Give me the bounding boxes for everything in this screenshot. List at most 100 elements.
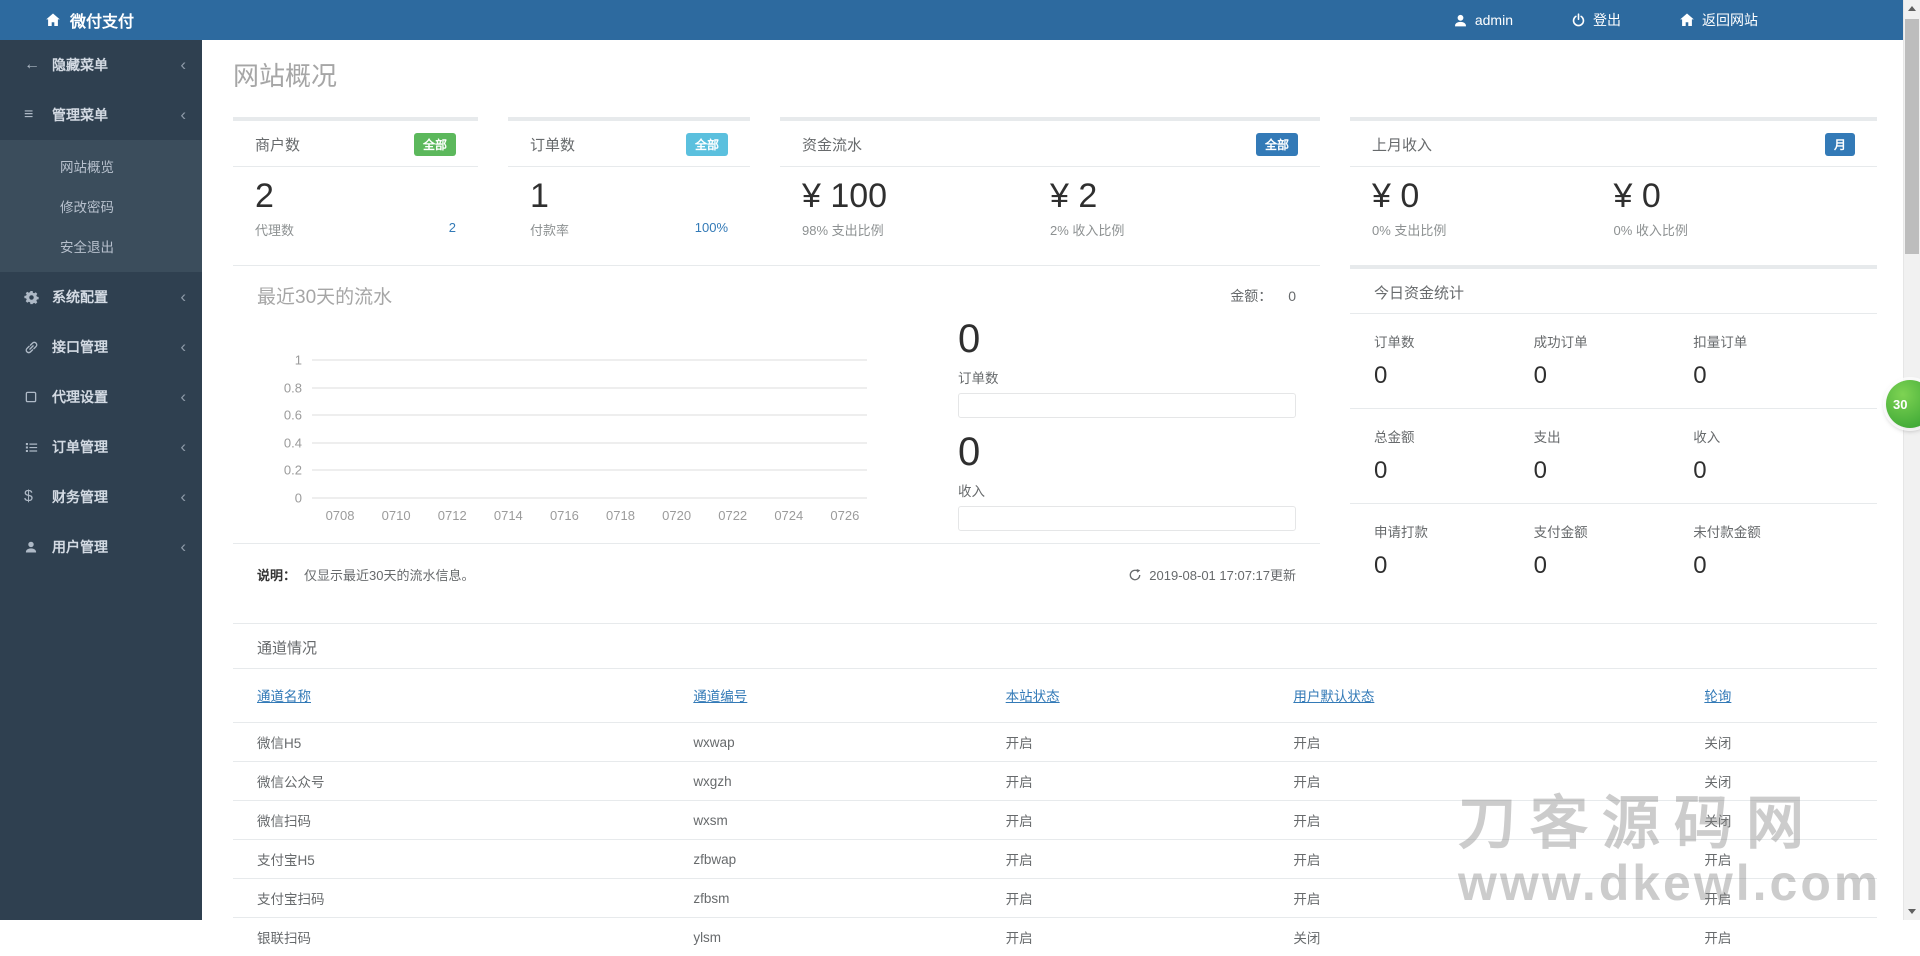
logout-label: 登出 bbox=[1593, 10, 1621, 30]
home-icon bbox=[45, 12, 61, 28]
submenu-label: 修改密码 bbox=[60, 196, 114, 216]
scroll-up-button[interactable] bbox=[1904, 0, 1920, 17]
chart-note: 说明：仅显示最近30天的流水信息。 bbox=[257, 565, 474, 584]
column-header-channel-code[interactable]: 通道编号 bbox=[693, 689, 747, 704]
filter-badge[interactable]: 全部 bbox=[1256, 133, 1298, 156]
user-menu[interactable]: admin bbox=[1453, 12, 1513, 28]
income-input[interactable] bbox=[958, 506, 1296, 531]
sidebar-item-site-overview[interactable]: 网站概览 bbox=[0, 146, 202, 186]
stat-sub-value: 2 bbox=[449, 220, 456, 239]
scrollbar-thumb[interactable] bbox=[1905, 19, 1919, 254]
stat-value: 0 bbox=[1534, 457, 1694, 485]
scrollbar[interactable] bbox=[1903, 0, 1920, 920]
arrow-left-icon: ← bbox=[24, 56, 52, 74]
logout-button[interactable]: 登出 bbox=[1571, 10, 1621, 30]
middle-row: 最近30天的流水 金额：0 1 0.8 0.6 0.4 0.2 0 bbox=[233, 265, 1877, 598]
filter-badge[interactable]: 全部 bbox=[414, 133, 456, 156]
stat-card-body: ¥ 0 0% 支出比例 ¥ 0 0% 收入比例 bbox=[1350, 167, 1877, 255]
site-status: 开启 bbox=[1006, 879, 1294, 918]
polling-status: 关闭 bbox=[1704, 723, 1877, 762]
table-row: 微信H5 wxwap 开启 开启 关闭 bbox=[233, 723, 1877, 762]
chart-updated: 2019-08-01 17:07:17更新 bbox=[1128, 565, 1296, 584]
filter-badge[interactable]: 全部 bbox=[686, 133, 728, 156]
channel-name: 微信公众号 bbox=[233, 762, 693, 801]
today-stats-row: 订单数0 成功订单0 扣量订单0 bbox=[1350, 314, 1877, 409]
chart-amount: 金额：0 bbox=[1230, 286, 1296, 306]
floating-badge[interactable]: 30 bbox=[1886, 380, 1920, 428]
table-row: 微信扫码 wxsm 开启 开启 关闭 bbox=[233, 801, 1877, 840]
user-default-status: 开启 bbox=[1293, 762, 1704, 801]
sidebar-item-user-manage[interactable]: 用户管理 bbox=[0, 522, 202, 572]
channel-code: wxwap bbox=[693, 723, 1005, 762]
stat-label: 成功订单 bbox=[1534, 331, 1694, 351]
gridline bbox=[312, 415, 867, 416]
stat-card-title: 商户数 bbox=[255, 134, 300, 155]
table-row: 支付宝扫码 zfbsm 开启 开启 开启 bbox=[233, 879, 1877, 918]
user-icon bbox=[1453, 13, 1468, 28]
sidebar-item-order-manage[interactable]: 订单管理 bbox=[0, 422, 202, 472]
readout-value: 0 bbox=[958, 430, 1296, 474]
sidebar-item-label: 订单管理 bbox=[52, 437, 180, 457]
sidebar-item-finance-manage[interactable]: $ 财务管理 bbox=[0, 472, 202, 522]
polling-status: 开启 bbox=[1704, 840, 1877, 879]
column-header-polling[interactable]: 轮询 bbox=[1704, 689, 1731, 704]
income-readout: 0 收入 bbox=[958, 430, 1296, 531]
stat-value: 0 bbox=[1693, 457, 1853, 485]
floating-badge-text: 30 bbox=[1893, 397, 1907, 412]
stat-sub-label: 付款率 bbox=[530, 220, 569, 239]
brand[interactable]: 微付支付 bbox=[0, 8, 134, 32]
link-icon bbox=[24, 340, 52, 355]
sidebar-item-change-password[interactable]: 修改密码 bbox=[0, 186, 202, 226]
stat-card-title: 上月收入 bbox=[1372, 134, 1432, 155]
user-label: admin bbox=[1475, 12, 1513, 28]
sidebar-item-safe-exit[interactable]: 安全退出 bbox=[0, 226, 202, 266]
sidebar-item-label: 隐藏菜单 bbox=[52, 55, 180, 75]
x-tick: 0722 bbox=[705, 508, 761, 523]
gear-icon bbox=[24, 290, 52, 305]
scroll-down-button[interactable] bbox=[1904, 903, 1920, 920]
back-site-link[interactable]: 返回网站 bbox=[1679, 10, 1758, 30]
orders-input[interactable] bbox=[958, 393, 1296, 418]
site-status: 开启 bbox=[1006, 723, 1294, 762]
chevron-left-icon bbox=[180, 487, 186, 507]
channel-code: zfbwap bbox=[693, 840, 1005, 879]
x-tick: 0720 bbox=[649, 508, 705, 523]
user-default-status: 开启 bbox=[1293, 840, 1704, 879]
chevron-left-icon bbox=[180, 537, 186, 557]
stat-value: ¥ 0 bbox=[1372, 177, 1614, 215]
chart-grid: 1 0.8 0.6 0.4 0.2 0 bbox=[257, 360, 873, 498]
sidebar-item-hide-menu[interactable]: ← 隐藏菜单 bbox=[0, 40, 202, 90]
column-header-channel-name[interactable]: 通道名称 bbox=[257, 689, 311, 704]
column-header-user-default[interactable]: 用户默认状态 bbox=[1293, 689, 1374, 704]
column-header-site-status[interactable]: 本站状态 bbox=[1006, 689, 1060, 704]
stat-cards-row: 商户数 全部 2 代理数 2 订单数 全部 1 付款率 100% bbox=[233, 117, 1877, 255]
y-tick: 0.8 bbox=[257, 380, 302, 395]
chart-title: 最近30天的流水 bbox=[257, 282, 392, 309]
sidebar-item-api-manage[interactable]: 接口管理 bbox=[0, 322, 202, 372]
stat-card-header: 订单数 全部 bbox=[508, 121, 750, 167]
y-tick: 1 bbox=[257, 353, 302, 368]
amount-label: 金额： bbox=[1230, 288, 1272, 304]
sidebar-item-system-config[interactable]: 系统配置 bbox=[0, 272, 202, 322]
gridline bbox=[312, 387, 867, 388]
sidebar-item-manage-menu[interactable]: ≡ 管理菜单 bbox=[0, 90, 202, 140]
sidebar-item-label: 财务管理 bbox=[52, 487, 180, 507]
channel-name: 微信H5 bbox=[233, 723, 693, 762]
sidebar-item-agent-settings[interactable]: 代理设置 bbox=[0, 372, 202, 422]
user-icon bbox=[24, 540, 52, 554]
stat-label: 未付款金额 bbox=[1693, 521, 1853, 541]
sidebar-item-label: 用户管理 bbox=[52, 537, 180, 557]
today-stats-row: 总金额0 支出0 收入0 bbox=[1350, 409, 1877, 504]
stat-value: 0 bbox=[1693, 362, 1853, 390]
channel-name: 银联扫码 bbox=[233, 918, 693, 956]
table-row: 微信公众号 wxgzh 开启 开启 关闭 bbox=[233, 762, 1877, 801]
x-tick: 0724 bbox=[761, 508, 817, 523]
channels-title: 通道情况 bbox=[233, 624, 1877, 669]
stat-card-body: 1 付款率 100% bbox=[508, 167, 750, 255]
y-tick: 0.6 bbox=[257, 408, 302, 423]
filter-badge[interactable]: 月 bbox=[1825, 133, 1855, 156]
stat-card-orders: 订单数 全部 1 付款率 100% bbox=[508, 117, 750, 255]
x-tick: 0708 bbox=[312, 508, 368, 523]
stat-card-last-month: 上月收入 月 ¥ 0 0% 支出比例 ¥ 0 0% 收入比例 bbox=[1350, 117, 1877, 255]
refresh-icon[interactable] bbox=[1128, 568, 1142, 582]
